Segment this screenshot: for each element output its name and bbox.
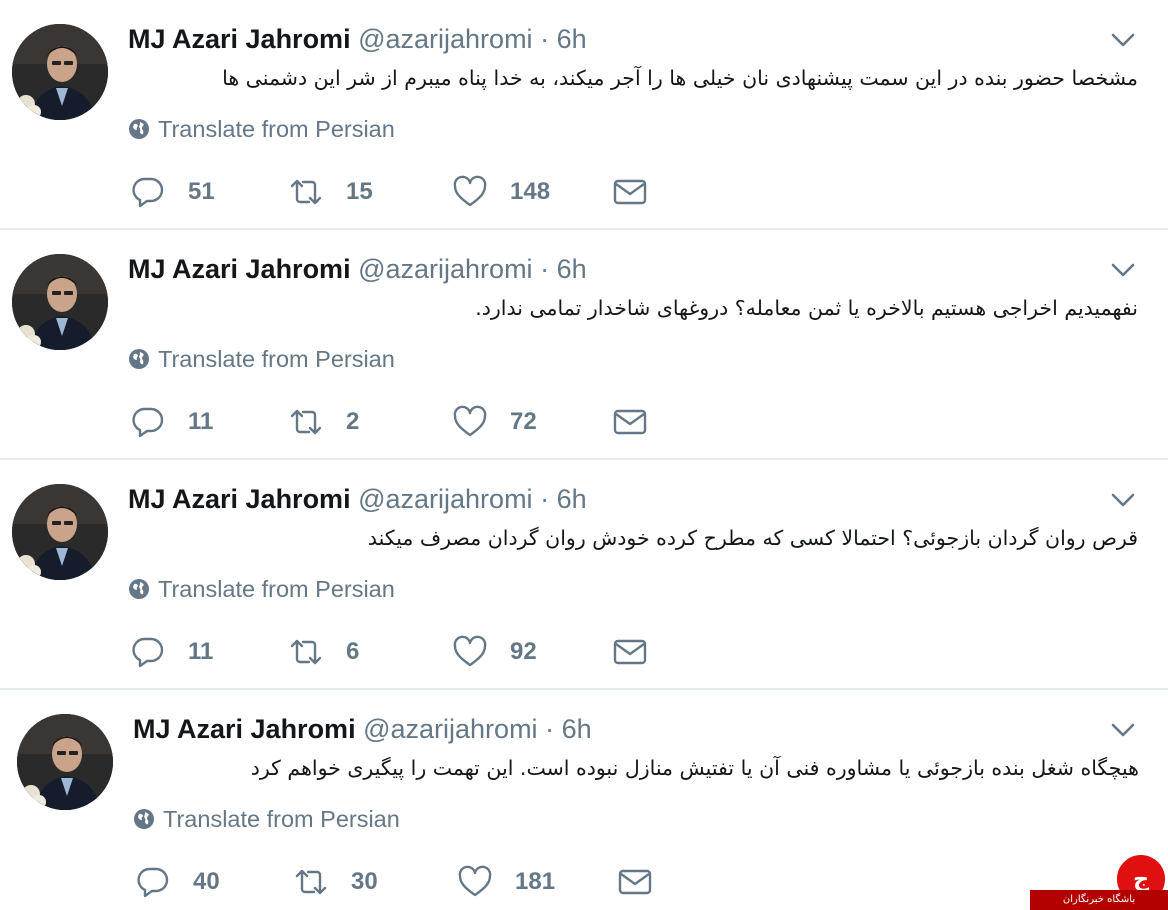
direct-message-icon [613, 179, 647, 205]
timestamp[interactable]: 6h [557, 254, 587, 284]
retweet-button[interactable]: 30 [293, 860, 378, 904]
tweet-header: MJ Azari Jahromi @azarijahromi · 6h [133, 712, 592, 746]
translate-label[interactable]: Translate from Persian [158, 346, 395, 373]
retweet-button[interactable]: 6 [288, 630, 359, 674]
tweet-header: MJ Azari Jahromi @azarijahromi · 6h [128, 482, 587, 516]
tweet-text: قرص روان گردان بازجوئی؟ احتمالا کسی که م… [367, 526, 1138, 550]
retweet-count: 30 [351, 868, 378, 895]
like-icon [453, 175, 487, 207]
avatar[interactable] [12, 254, 108, 350]
reply-button[interactable]: 11 [130, 400, 213, 444]
avatar[interactable] [12, 484, 108, 580]
like-icon [458, 865, 492, 897]
globe-icon [129, 119, 149, 139]
avatar[interactable] [12, 24, 108, 120]
chevron-down-icon[interactable] [1110, 30, 1136, 50]
timestamp[interactable]: 6h [557, 484, 587, 514]
retweet-button[interactable]: 15 [288, 170, 373, 214]
like-count: 181 [515, 868, 556, 895]
user-name[interactable]: MJ Azari Jahromi [133, 714, 356, 744]
retweet-icon [290, 179, 322, 205]
watermark-logo: ج باشگاه خبرنگاران [1030, 852, 1168, 910]
retweet-count: 15 [346, 178, 373, 205]
tweet-header: MJ Azari Jahromi @azarijahromi · 6h [128, 252, 587, 286]
reply-icon [132, 177, 164, 208]
chevron-down-icon[interactable] [1110, 720, 1136, 740]
translate-label[interactable]: Translate from Persian [163, 806, 400, 833]
separator: · [540, 484, 550, 514]
user-handle[interactable]: @azarijahromi [363, 714, 537, 744]
retweet-count: 6 [346, 638, 360, 665]
retweet-icon [295, 869, 327, 895]
translate-link[interactable]: Translate from Persian [128, 342, 395, 376]
timestamp[interactable]: 6h [562, 714, 592, 744]
user-handle[interactable]: @azarijahromi [358, 484, 532, 514]
separator: · [545, 714, 555, 744]
reply-count: 40 [193, 868, 220, 895]
tweet-text: هیچگاه شغل بنده بازجوئی یا مشاوره فنی آن… [250, 756, 1139, 780]
chevron-down-icon[interactable] [1110, 490, 1136, 510]
timestamp[interactable]: 6h [557, 24, 587, 54]
retweet-button[interactable]: 2 [288, 400, 359, 444]
reply-count: 11 [188, 638, 214, 665]
retweet-icon [290, 639, 322, 665]
tweet-text: مشخصا حضور بنده در این سمت پیشنهادی نان … [222, 66, 1138, 90]
retweet-icon [290, 409, 322, 435]
chevron-down-icon[interactable] [1110, 260, 1136, 280]
separator: · [540, 254, 550, 284]
user-name[interactable]: MJ Azari Jahromi [128, 484, 351, 514]
direct-message-icon [618, 869, 652, 895]
like-button[interactable]: 148 [452, 170, 550, 214]
reply-count: 11 [188, 408, 214, 435]
watermark-label: باشگاه خبرنگاران [1030, 890, 1168, 910]
user-name[interactable]: MJ Azari Jahromi [128, 254, 351, 284]
translate-link[interactable]: Translate from Persian [133, 802, 400, 836]
tweet[interactable]: MJ Azari Jahromi @azarijahromi · 6h قرص … [0, 460, 1168, 690]
direct-message-icon [613, 639, 647, 665]
translate-link[interactable]: Translate from Persian [128, 572, 395, 606]
like-button[interactable]: 92 [452, 630, 537, 674]
user-handle[interactable]: @azarijahromi [358, 254, 532, 284]
translate-label[interactable]: Translate from Persian [158, 576, 395, 603]
reply-icon [132, 637, 164, 668]
user-handle[interactable]: @azarijahromi [358, 24, 532, 54]
like-count: 92 [510, 638, 537, 665]
direct-message-button[interactable] [612, 170, 648, 214]
user-name[interactable]: MJ Azari Jahromi [128, 24, 351, 54]
retweet-count: 2 [346, 408, 360, 435]
tweet-header: MJ Azari Jahromi @azarijahromi · 6h [128, 22, 587, 56]
reply-count: 51 [188, 178, 215, 205]
tweet[interactable]: MJ Azari Jahromi @azarijahromi · 6h هیچگ… [5, 690, 1168, 910]
reply-icon [132, 407, 164, 438]
like-button[interactable]: 72 [452, 400, 537, 444]
like-button[interactable]: 181 [457, 860, 555, 904]
tweet[interactable]: MJ Azari Jahromi @azarijahromi · 6h مشخص… [0, 0, 1168, 230]
like-count: 148 [510, 178, 551, 205]
like-icon [453, 405, 487, 437]
reply-icon [137, 867, 169, 898]
tweet-text: نفهمیدیم اخراجی هستیم بالاخره یا ثمن معا… [475, 296, 1138, 320]
translate-link[interactable]: Translate from Persian [128, 112, 395, 146]
direct-message-button[interactable] [617, 860, 653, 904]
globe-icon [129, 349, 149, 369]
separator: · [540, 24, 550, 54]
direct-message-button[interactable] [612, 400, 648, 444]
reply-button[interactable]: 51 [130, 170, 215, 214]
globe-icon [134, 809, 154, 829]
like-icon [453, 635, 487, 667]
translate-label[interactable]: Translate from Persian [158, 116, 395, 143]
globe-icon [129, 579, 149, 599]
reply-button[interactable]: 40 [135, 860, 220, 904]
direct-message-button[interactable] [612, 630, 648, 674]
reply-button[interactable]: 11 [130, 630, 213, 674]
like-count: 72 [510, 408, 537, 435]
direct-message-icon [613, 409, 647, 435]
avatar[interactable] [17, 714, 113, 810]
tweet[interactable]: MJ Azari Jahromi @azarijahromi · 6h نفهم… [0, 230, 1168, 460]
